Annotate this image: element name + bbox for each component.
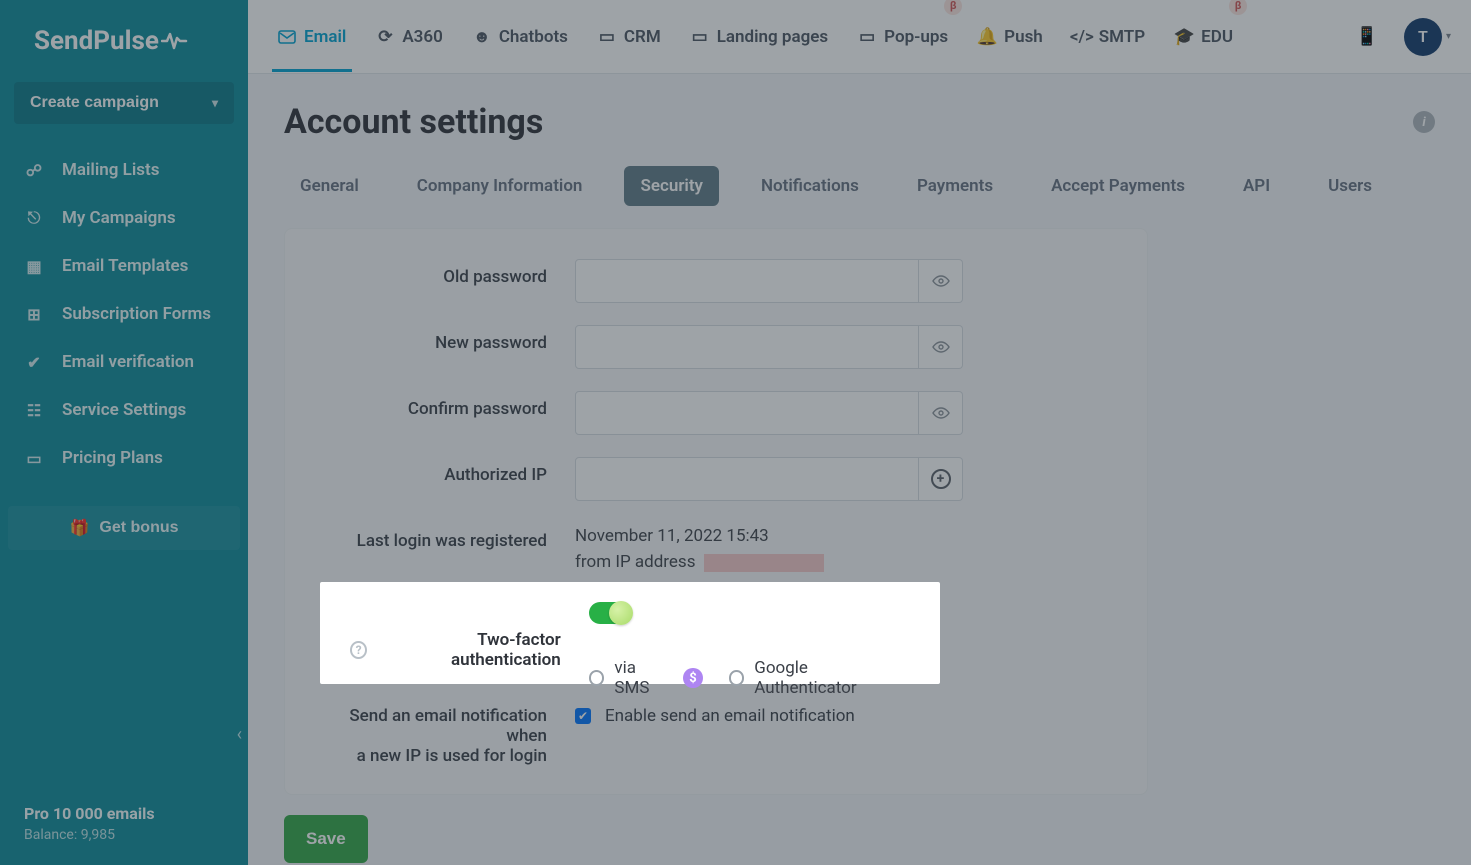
security-panel: Old password New password Confirm passwo… [284, 228, 1148, 795]
topnav-smtp[interactable]: </>SMTP [1073, 3, 1145, 71]
topnav-edu[interactable]: 🎓EDUβ [1175, 3, 1233, 71]
sidebar-item-subscription-forms[interactable]: ⊞Subscription Forms [0, 290, 248, 338]
plan-info: Pro 10 000 emails Balance: 9,985 [24, 804, 155, 843]
paid-badge-icon: $ [683, 668, 702, 688]
pulse-icon [161, 31, 189, 51]
page-title: Account settings [284, 102, 543, 142]
address-book-icon: ☍ [24, 160, 44, 180]
sidebar: SendPulse Create campaign ▾ ☍Mailing Lis… [0, 0, 248, 865]
code-icon: </> [1073, 28, 1091, 46]
tab-accept-payments[interactable]: Accept Payments [1035, 166, 1201, 206]
ip-notification-label: Send an email notification when a new IP… [313, 706, 575, 766]
last-login-value: November 11, 2022 15:43 from IP address [575, 523, 1119, 576]
topnav-a360[interactable]: ⟳A360 [376, 3, 442, 71]
mobile-icon[interactable]: 📱 [1356, 26, 1378, 47]
save-button[interactable]: Save [284, 815, 368, 863]
sidebar-item-email-templates[interactable]: ▦Email Templates [0, 242, 248, 290]
bell-icon: 🔔 [978, 28, 996, 46]
plus-circle-icon: + [931, 469, 951, 489]
gift-icon: 🎁 [69, 518, 89, 538]
eye-icon [932, 275, 950, 287]
campaign-icon: ⎋ [24, 208, 44, 228]
get-bonus-button[interactable]: 🎁 Get bonus [8, 506, 240, 550]
chevron-down-icon: ▾ [212, 96, 218, 110]
tab-security[interactable]: Security [624, 166, 719, 206]
brand-logo: SendPulse [0, 0, 248, 74]
plan-balance: Balance: 9,985 [24, 827, 155, 843]
edu-icon: 🎓 [1175, 28, 1193, 46]
topnav-popups[interactable]: ▭Pop-upsβ [858, 3, 948, 71]
tab-api[interactable]: API [1227, 166, 1286, 206]
topnav-chatbots[interactable]: ☻Chatbots [473, 3, 568, 71]
sidebar-item-mailing-lists[interactable]: ☍Mailing Lists [0, 146, 248, 194]
add-ip-button[interactable]: + [919, 457, 963, 501]
a360-icon: ⟳ [376, 28, 394, 46]
new-password-label: New password [313, 325, 575, 353]
tab-general[interactable]: General [284, 166, 375, 206]
user-menu[interactable]: T ▾ [1404, 18, 1451, 56]
tab-company-information[interactable]: Company Information [401, 166, 599, 206]
form-icon: ⊞ [24, 304, 44, 324]
sidebar-item-email-verification[interactable]: ✔Email verification [0, 338, 248, 386]
sidebar-nav: ☍Mailing Lists ⎋My Campaigns ▦Email Temp… [0, 142, 248, 486]
eye-icon [932, 407, 950, 419]
card-icon: ▭ [24, 448, 44, 468]
twofa-via-sms-radio[interactable]: via SMS$ [589, 658, 703, 698]
mail-icon [278, 28, 296, 46]
topnav-push[interactable]: 🔔Push [978, 3, 1043, 71]
chevron-down-icon: ▾ [1446, 31, 1451, 42]
sliders-icon: ☷ [24, 400, 44, 420]
topnav-landing-pages[interactable]: ▭Landing pages [691, 3, 828, 71]
page-icon: ▭ [691, 28, 709, 46]
help-icon[interactable]: ? [350, 641, 367, 659]
info-icon[interactable]: i [1413, 111, 1435, 133]
avatar: T [1404, 18, 1442, 56]
toggle-visibility-button[interactable] [919, 325, 963, 369]
tab-notifications[interactable]: Notifications [745, 166, 875, 206]
create-campaign-button[interactable]: Create campaign ▾ [14, 82, 234, 124]
confirm-password-label: Confirm password [313, 391, 575, 419]
confirm-password-input[interactable] [575, 391, 919, 435]
template-icon: ▦ [24, 256, 44, 276]
last-login-label: Last login was registered [313, 523, 575, 551]
enable-ip-email-checkbox[interactable]: ✔ [575, 708, 591, 724]
check-circle-icon: ✔ [24, 352, 44, 372]
enable-ip-email-label: Enable send an email notification [605, 706, 855, 726]
authorized-ip-input[interactable] [575, 457, 919, 501]
beta-badge: β [1229, 0, 1247, 15]
eye-icon [932, 341, 950, 353]
beta-badge: β [944, 0, 962, 15]
redacted-ip [704, 554, 824, 572]
toggle-visibility-button[interactable] [919, 259, 963, 303]
topnav-email[interactable]: Email [278, 3, 346, 71]
old-password-label: Old password [313, 259, 575, 287]
twofa-toggle[interactable] [589, 602, 631, 624]
old-password-input[interactable] [575, 259, 919, 303]
sidebar-item-my-campaigns[interactable]: ⎋My Campaigns [0, 194, 248, 242]
tab-users[interactable]: Users [1312, 166, 1388, 206]
topbar: Email ⟳A360 ☻Chatbots ▭CRM ▭Landing page… [248, 0, 1471, 74]
sidebar-item-service-settings[interactable]: ☷Service Settings [0, 386, 248, 434]
sidebar-item-pricing-plans[interactable]: ▭Pricing Plans [0, 434, 248, 482]
collapse-sidebar-button[interactable]: ‹ [237, 724, 242, 745]
twofa-label: Two-factor authentication [375, 630, 561, 670]
topnav-crm[interactable]: ▭CRM [598, 3, 661, 71]
new-password-input[interactable] [575, 325, 919, 369]
tab-payments[interactable]: Payments [901, 166, 1009, 206]
toggle-visibility-button[interactable] [919, 391, 963, 435]
plan-title: Pro 10 000 emails [24, 804, 155, 823]
chat-icon: ☻ [473, 28, 491, 46]
twofa-google-auth-radio[interactable]: Google Authenticator [729, 658, 910, 698]
crm-icon: ▭ [598, 28, 616, 46]
settings-tabs: General Company Information Security Not… [284, 166, 1435, 206]
authorized-ip-label: Authorized IP [313, 457, 575, 485]
popup-icon: ▭ [858, 28, 876, 46]
